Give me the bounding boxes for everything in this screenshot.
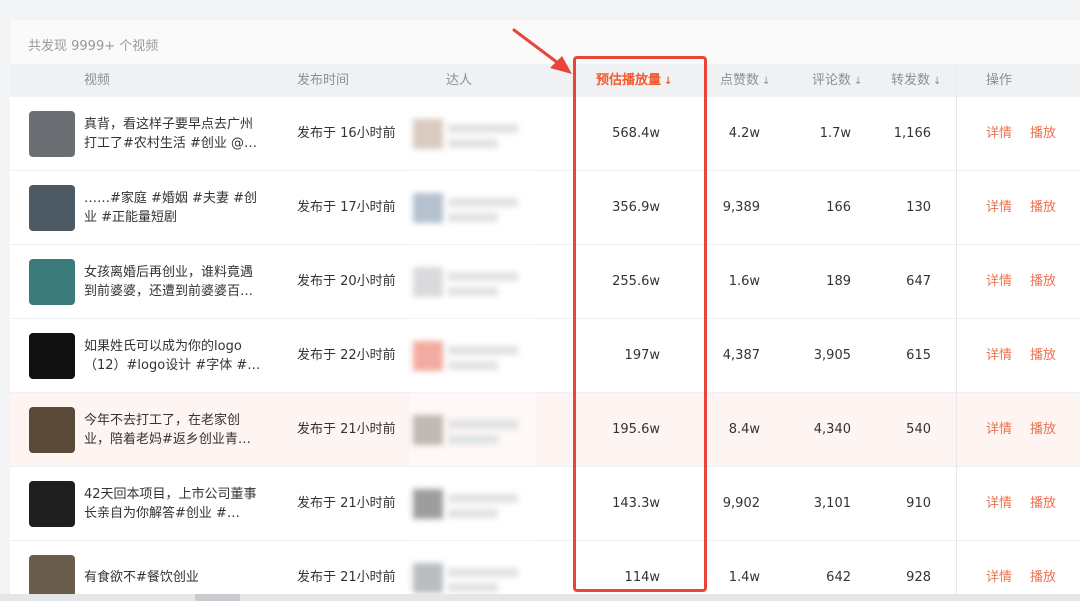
video-thumbnail[interactable] bbox=[29, 481, 75, 527]
shares-value: 1,166 bbox=[893, 126, 931, 141]
sort-down-icon: ↓ bbox=[933, 76, 942, 87]
sort-down-icon: ↓ bbox=[664, 76, 673, 87]
col-author: 达人 bbox=[446, 73, 473, 88]
publish-time: 发布于 21小时前 bbox=[297, 422, 396, 437]
video-results-panel: 共发现 9999+ 个视频 视频 发布时间 达人 预估播放量 ↓ 点赞数 ↓ 评论数… bbox=[10, 20, 1080, 601]
publish-time: 发布于 17小时前 bbox=[297, 200, 396, 215]
shares-value: 910 bbox=[906, 496, 931, 511]
video-title[interactable]: 女孩离婚后再创业，谁料竟遇到前婆婆，还遭到前婆婆百… bbox=[84, 263, 262, 301]
detail-link[interactable]: 详情 bbox=[986, 245, 1012, 319]
shares-value: 647 bbox=[906, 274, 931, 289]
comments-value: 189 bbox=[826, 274, 851, 289]
likes-value: 4.2w bbox=[728, 126, 760, 141]
publish-time: 发布于 21小时前 bbox=[297, 496, 396, 511]
likes-value: 9,389 bbox=[722, 200, 760, 215]
likes-value: 1.6w bbox=[728, 274, 760, 289]
comments-value: 4,340 bbox=[813, 422, 851, 437]
video-title[interactable]: ……#家庭 #婚姻 #夫妻 #创业 #正能量短剧 bbox=[84, 189, 262, 227]
col-shares[interactable]: 转发数 ↓ bbox=[891, 64, 941, 97]
play-link[interactable]: 播放 bbox=[1030, 97, 1056, 171]
play-link[interactable]: 播放 bbox=[1030, 467, 1056, 541]
shares-value: 928 bbox=[906, 570, 931, 585]
comments-value: 1.7w bbox=[819, 126, 851, 141]
play-link[interactable]: 播放 bbox=[1030, 171, 1056, 245]
est-views-value: 255.6w bbox=[612, 274, 660, 289]
publish-time: 发布于 16小时前 bbox=[297, 126, 396, 141]
table-row: 真背，看这样子要早点去广州打工了#农村生活 #创业 @… 发布于 16小时前 5… bbox=[10, 97, 1080, 171]
video-title[interactable]: 有食欲不#餐饮创业 bbox=[84, 568, 262, 587]
col-likes[interactable]: 点赞数 ↓ bbox=[720, 64, 770, 97]
comments-value: 3,101 bbox=[813, 496, 851, 511]
est-views-value: 195.6w bbox=[612, 422, 660, 437]
play-link[interactable]: 播放 bbox=[1030, 319, 1056, 393]
table-row: 如果姓氏可以成为你的logo（12）#logo设计 #字体 #… 发布于 22小… bbox=[10, 319, 1080, 393]
video-thumbnail[interactable] bbox=[29, 185, 75, 231]
likes-value: 8.4w bbox=[728, 422, 760, 437]
col-video: 视频 bbox=[84, 73, 111, 88]
result-count: 共发现 9999+ 个视频 bbox=[28, 39, 159, 54]
likes-value: 9,902 bbox=[722, 496, 760, 511]
horizontal-scrollbar[interactable] bbox=[0, 594, 1080, 601]
likes-value: 1.4w bbox=[728, 570, 760, 585]
video-thumbnail[interactable] bbox=[29, 259, 75, 305]
play-link[interactable]: 播放 bbox=[1030, 245, 1056, 319]
video-title[interactable]: 42天回本项目，上市公司董事长亲自为你解答#创业 #… bbox=[84, 485, 262, 523]
shares-value: 540 bbox=[906, 422, 931, 437]
video-thumbnail[interactable] bbox=[29, 111, 75, 157]
author-privacy-blur bbox=[410, 97, 536, 601]
annotation-arrow-icon bbox=[512, 28, 572, 74]
video-title[interactable]: 如果姓氏可以成为你的logo（12）#logo设计 #字体 #… bbox=[84, 337, 262, 375]
video-title[interactable]: 真背，看这样子要早点去广州打工了#农村生活 #创业 @… bbox=[84, 115, 262, 153]
detail-link[interactable]: 详情 bbox=[986, 393, 1012, 467]
shares-value: 130 bbox=[906, 200, 931, 215]
comments-value: 642 bbox=[826, 570, 851, 585]
est-views-value: 143.3w bbox=[612, 496, 660, 511]
est-views-value: 356.9w bbox=[612, 200, 660, 215]
est-views-value: 197w bbox=[624, 348, 660, 363]
table-row: 女孩离婚后再创业，谁料竟遇到前婆婆，还遭到前婆婆百… 发布于 20小时前 255… bbox=[10, 245, 1080, 319]
table-row: ……#家庭 #婚姻 #夫妻 #创业 #正能量短剧 发布于 17小时前 356.9… bbox=[10, 171, 1080, 245]
sort-down-icon: ↓ bbox=[854, 76, 863, 87]
publish-time: 发布于 20小时前 bbox=[297, 274, 396, 289]
detail-link[interactable]: 详情 bbox=[986, 467, 1012, 541]
scrollbar-thumb[interactable] bbox=[195, 594, 240, 601]
video-thumbnail[interactable] bbox=[29, 407, 75, 453]
play-link[interactable]: 播放 bbox=[1030, 541, 1056, 601]
play-link[interactable]: 播放 bbox=[1030, 393, 1056, 467]
table-row: 有食欲不#餐饮创业 发布于 21小时前 114w 1.4w 642 928 详情… bbox=[10, 541, 1080, 601]
table-row-hovered: 今年不去打工了，在老家创业，陪着老妈#返乡创业青… 发布于 21小时前 195.… bbox=[10, 393, 1080, 467]
detail-link[interactable]: 详情 bbox=[986, 319, 1012, 393]
publish-time: 发布于 22小时前 bbox=[297, 348, 396, 363]
comments-value: 3,905 bbox=[813, 348, 851, 363]
shares-value: 615 bbox=[906, 348, 931, 363]
col-comments[interactable]: 评论数 ↓ bbox=[812, 64, 862, 97]
comments-value: 166 bbox=[826, 200, 851, 215]
likes-value: 4,387 bbox=[722, 348, 760, 363]
sort-down-icon: ↓ bbox=[762, 76, 771, 87]
col-est-views[interactable]: 预估播放量 ↓ bbox=[596, 64, 672, 97]
est-views-value: 114w bbox=[624, 570, 660, 585]
col-actions: 操作 bbox=[986, 73, 1013, 88]
detail-link[interactable]: 详情 bbox=[986, 541, 1012, 601]
detail-link[interactable]: 详情 bbox=[986, 171, 1012, 245]
est-views-value: 568.4w bbox=[612, 126, 660, 141]
table-row: 42天回本项目，上市公司董事长亲自为你解答#创业 #… 发布于 21小时前 14… bbox=[10, 467, 1080, 541]
video-thumbnail[interactable] bbox=[29, 333, 75, 379]
video-title[interactable]: 今年不去打工了，在老家创业，陪着老妈#返乡创业青… bbox=[84, 411, 262, 449]
actions-column-divider bbox=[956, 64, 957, 601]
detail-link[interactable]: 详情 bbox=[986, 97, 1012, 171]
publish-time: 发布于 21小时前 bbox=[297, 570, 396, 585]
col-publish-time: 发布时间 bbox=[297, 73, 350, 88]
